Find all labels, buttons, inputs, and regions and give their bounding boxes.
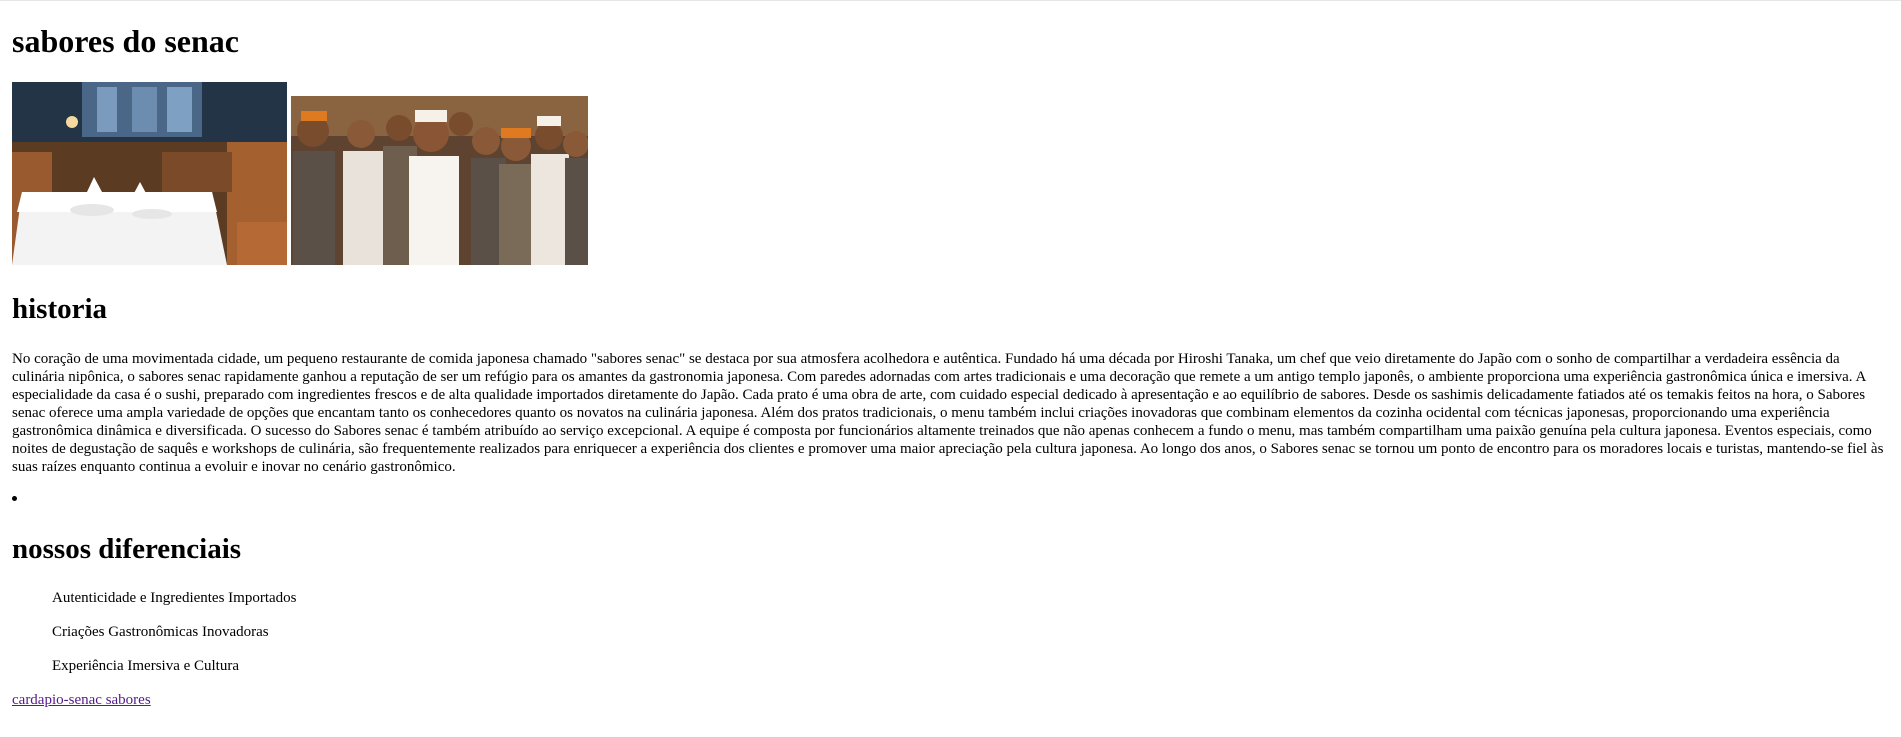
list-item: Experiência Imersiva e Cultura: [52, 658, 240, 674]
history-heading: historia: [12, 293, 108, 325]
history-paragraph: No coração de uma movimentada cidade, um…: [12, 351, 1884, 475]
list-item: Criações Gastronômicas Inovadoras: [52, 624, 269, 640]
chef-team-photo-image: [291, 96, 588, 265]
differentials-list: Autenticidade e Ingredientes Importados …: [52, 589, 297, 691]
page-title: sabores do senac: [12, 23, 239, 59]
menu-link[interactable]: cardapio-senac sabores: [12, 691, 151, 709]
image-gallery: [12, 82, 612, 265]
list-item: Autenticidade e Ingredientes Importados: [52, 590, 297, 606]
restaurant-dining-room-image: [12, 82, 287, 265]
differentials-heading: nossos diferenciais: [12, 533, 242, 565]
list-bullet: [12, 496, 17, 501]
